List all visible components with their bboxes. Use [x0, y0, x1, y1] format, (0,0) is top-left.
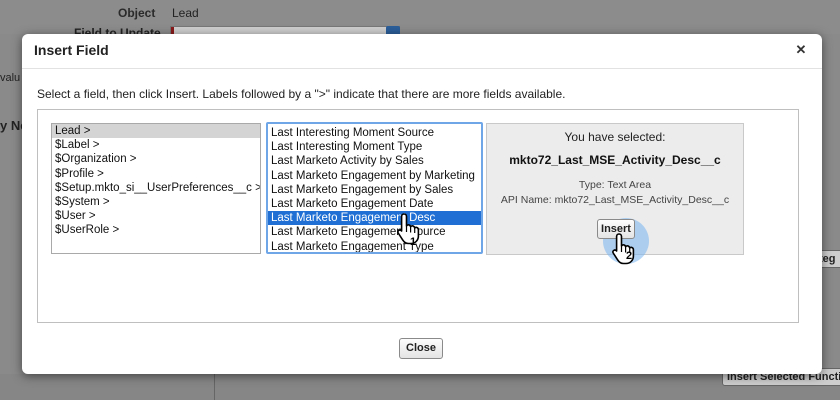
background-left-fragment-1: valu — [0, 72, 21, 84]
list-item[interactable]: Last Marketo Activity by Sales — [268, 154, 481, 168]
list-item[interactable]: Last Marketo Engagement by Marketing — [268, 169, 481, 183]
selected-field-type: Type: Text Area — [578, 179, 652, 191]
field-listbox-scroll: Last Interesting Moment Source Last Inte… — [268, 126, 481, 253]
list-item[interactable]: $User > — [52, 209, 260, 223]
list-item-selected[interactable]: Last Marketo Engagement Desc — [268, 211, 481, 226]
list-item[interactable]: $Setup.mkto_si__UserPreferences__c > — [52, 181, 260, 195]
list-item[interactable]: Last Marketo Engagement by Sales — [268, 183, 481, 197]
background-divider — [214, 374, 215, 400]
close-button[interactable]: Close — [399, 338, 443, 359]
step-1-label: 1 — [410, 236, 417, 248]
list-item[interactable]: Last Interesting Moment Source — [268, 126, 481, 140]
list-item[interactable]: $Profile > — [52, 167, 260, 181]
list-item[interactable]: $System > — [52, 195, 260, 209]
field-listbox[interactable]: Last Interesting Moment Source Last Inte… — [266, 122, 483, 254]
pointer-hand-icon — [610, 232, 640, 266]
dialog-title: Insert Field — [34, 42, 109, 58]
list-item[interactable]: Lead > — [52, 124, 260, 139]
background-object-value: Lead — [172, 6, 199, 20]
list-item[interactable]: $Organization > — [52, 152, 260, 166]
close-x-icon[interactable]: ✕ — [794, 43, 808, 57]
list-item[interactable]: Last Interesting Moment Type — [268, 140, 481, 154]
selected-api-name: API Name: mkto72_Last_MSE_Activity_Desc_… — [500, 194, 730, 206]
background-object-label: Object — [118, 6, 156, 20]
object-listbox[interactable]: Lead > $Label > $Organization > $Profile… — [51, 123, 261, 254]
insert-field-dialog: Insert Field ✕ Select a field, then clic… — [22, 34, 822, 374]
list-item[interactable]: Last Marketo Engagement Type — [268, 240, 481, 253]
selected-field-name: mkto72_Last_MSE_Activity_Desc__c — [509, 153, 721, 167]
instructions-text: Select a field, then click Insert. Label… — [37, 87, 566, 101]
list-item[interactable]: $Label > — [52, 138, 260, 152]
list-item[interactable]: $UserRole > — [52, 223, 260, 237]
dialog-header: Insert Field ✕ — [22, 34, 822, 69]
selected-heading: You have selected: — [564, 130, 666, 144]
list-item[interactable]: Last Marketo Engagement Source — [268, 225, 481, 239]
list-item[interactable]: Last Marketo Engagement Date — [268, 197, 481, 211]
background-bottom-area — [0, 374, 840, 400]
step-2-label: 2 — [626, 250, 633, 262]
